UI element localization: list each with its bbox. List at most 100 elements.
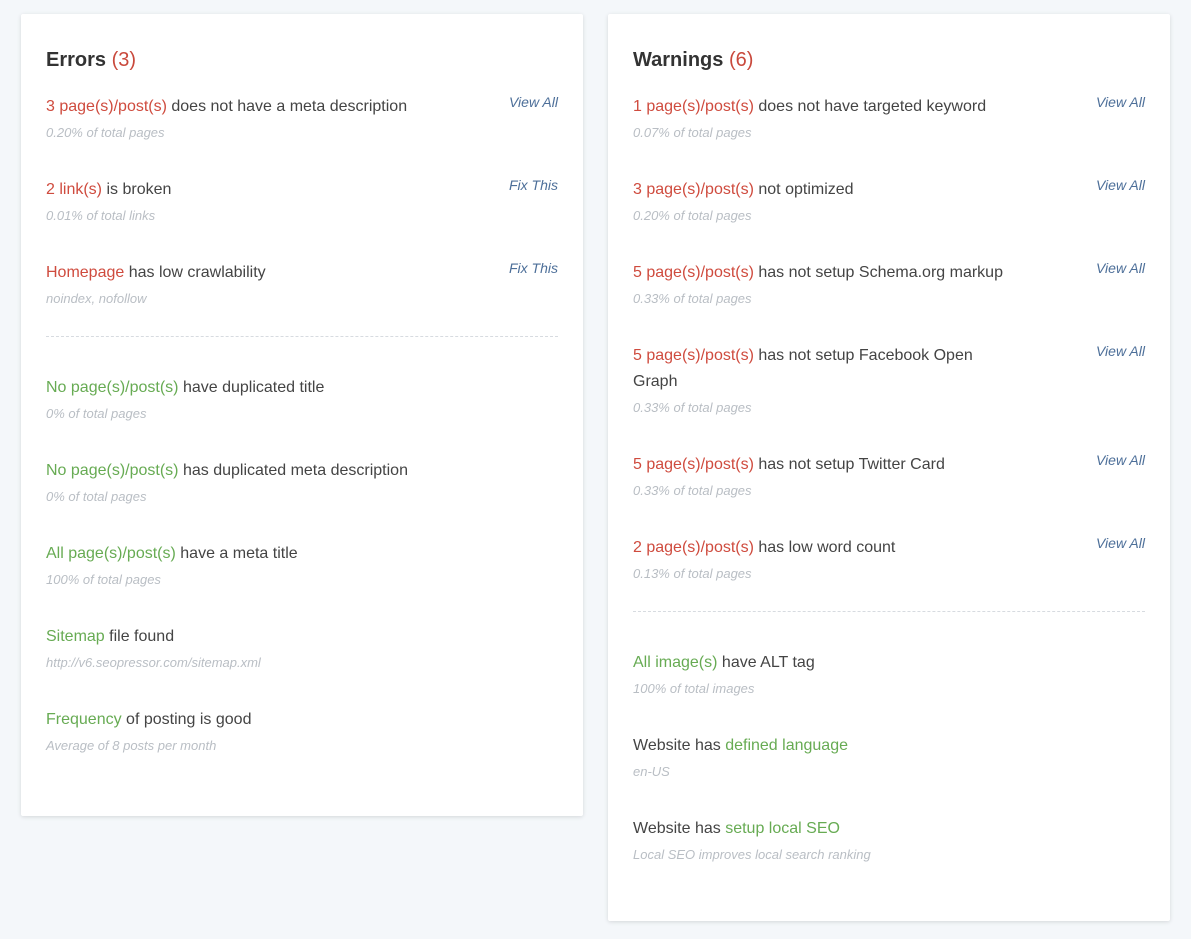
warning-item-targeted-keyword: 1 page(s)/post(s) does not have targeted… bbox=[633, 94, 1145, 142]
passed-item-text: have ALT tag bbox=[717, 654, 815, 671]
view-all-link[interactable]: View All bbox=[1096, 342, 1145, 360]
passed-item-message: All image(s) have ALT tag bbox=[633, 650, 1003, 676]
passed-item-subtext: Average of 8 posts per month bbox=[46, 738, 217, 753]
warnings-title: Warnings (6) bbox=[633, 50, 1145, 70]
warning-item-message: 5 page(s)/post(s) has not setup Schema.o… bbox=[633, 260, 1003, 286]
passed-item-subtext: 100% of total images bbox=[633, 681, 755, 696]
passed-item-message: Sitemap file found bbox=[46, 624, 416, 650]
warning-item-text: has not setup Schema.org markup bbox=[753, 264, 1003, 281]
passed-item-subtext: http://v6.seopressor.com/sitemap.xml bbox=[46, 655, 261, 670]
passed-item-subtext: en-US bbox=[633, 764, 670, 779]
error-item-subtext: 0.01% of total links bbox=[46, 208, 156, 223]
passed-item-highlight: All page(s)/post(s) bbox=[46, 545, 176, 562]
passed-item-duplicated-meta-description: No page(s)/post(s) has duplicated meta d… bbox=[46, 458, 558, 506]
fix-this-link[interactable]: Fix This bbox=[509, 259, 558, 277]
passed-item-message: No page(s)/post(s) has duplicated meta d… bbox=[46, 458, 416, 484]
view-all-link[interactable]: View All bbox=[509, 93, 558, 111]
passed-item-image-alt: All image(s) have ALT tag 100% of total … bbox=[633, 650, 1145, 698]
passed-item-posting-frequency: Frequency of posting is good Average of … bbox=[46, 707, 558, 755]
passed-item-subtext: 0% of total pages bbox=[46, 406, 147, 421]
passed-item-message: All page(s)/post(s) have a meta title bbox=[46, 541, 416, 567]
warning-item-subtext: 0.13% of total pages bbox=[633, 566, 752, 581]
passed-item-text: has duplicated meta description bbox=[178, 462, 408, 479]
warning-item-highlight: 5 page(s)/post(s) bbox=[633, 347, 754, 364]
passed-item-text: file found bbox=[104, 628, 175, 645]
error-item-subtext: noindex, nofollow bbox=[46, 291, 147, 306]
errors-count: (3) bbox=[111, 49, 137, 71]
errors-panel: Errors (3) 3 page(s)/post(s) does not ha… bbox=[21, 14, 583, 816]
passed-item-subtext: Local SEO improves local search ranking bbox=[633, 847, 871, 862]
passed-item-local-seo: Website has setup local SEO Local SEO im… bbox=[633, 816, 1145, 864]
warning-item-subtext: 0.20% of total pages bbox=[633, 208, 752, 223]
passed-item-meta-title: All page(s)/post(s) have a meta title 10… bbox=[46, 541, 558, 589]
passed-item-highlight: Sitemap bbox=[46, 628, 105, 645]
view-all-link[interactable]: View All bbox=[1096, 93, 1145, 111]
warning-item-message: 3 page(s)/post(s) not optimized bbox=[633, 177, 1003, 203]
view-all-link[interactable]: View All bbox=[1096, 176, 1145, 194]
passed-item-message: No page(s)/post(s) have duplicated title bbox=[46, 375, 416, 401]
errors-title: Errors (3) bbox=[46, 50, 558, 70]
warnings-title-text: Warnings bbox=[633, 49, 724, 71]
warning-item-message: 5 page(s)/post(s) has not setup Facebook… bbox=[633, 343, 1003, 395]
warning-item-highlight: 1 page(s)/post(s) bbox=[633, 98, 754, 115]
warning-item-subtext: 0.33% of total pages bbox=[633, 291, 752, 306]
warning-item-twitter-card: 5 page(s)/post(s) has not setup Twitter … bbox=[633, 452, 1145, 500]
warning-item-highlight: 2 page(s)/post(s) bbox=[633, 539, 754, 556]
warning-item-open-graph: 5 page(s)/post(s) has not setup Facebook… bbox=[633, 343, 1145, 417]
warning-item-text: does not have targeted keyword bbox=[753, 98, 987, 115]
view-all-link[interactable]: View All bbox=[1096, 259, 1145, 277]
warning-item-message: 5 page(s)/post(s) has not setup Twitter … bbox=[633, 452, 1003, 478]
passed-item-message: Website has defined language bbox=[633, 733, 1003, 759]
passed-item-text: have a meta title bbox=[175, 545, 298, 562]
warning-item-message: 2 page(s)/post(s) has low word count bbox=[633, 535, 1003, 561]
error-item-missing-meta-description: 3 page(s)/post(s) does not have a meta d… bbox=[46, 94, 558, 142]
passed-item-duplicated-title: No page(s)/post(s) have duplicated title… bbox=[46, 375, 558, 423]
section-divider bbox=[633, 611, 1145, 612]
error-item-text: has low crawlability bbox=[124, 264, 266, 281]
warning-item-text: has low word count bbox=[753, 539, 896, 556]
error-item-subtext: 0.20% of total pages bbox=[46, 125, 165, 140]
passed-item-message: Frequency of posting is good bbox=[46, 707, 416, 733]
warnings-panel: Warnings (6) 1 page(s)/post(s) does not … bbox=[608, 14, 1170, 921]
warning-item-subtext: 0.33% of total pages bbox=[633, 400, 752, 415]
passed-item-message: Website has setup local SEO bbox=[633, 816, 1003, 842]
warning-item-schema-markup: 5 page(s)/post(s) has not setup Schema.o… bbox=[633, 260, 1145, 308]
passed-item-defined-language: Website has defined language en-US bbox=[633, 733, 1145, 781]
error-item-highlight: 3 page(s)/post(s) bbox=[46, 98, 167, 115]
warning-item-text: not optimized bbox=[753, 181, 854, 198]
section-divider bbox=[46, 336, 558, 337]
warning-item-subtext: 0.07% of total pages bbox=[633, 125, 752, 140]
error-item-message: 3 page(s)/post(s) does not have a meta d… bbox=[46, 94, 416, 120]
error-item-text: does not have a meta description bbox=[166, 98, 408, 115]
error-item-message: 2 link(s) is broken bbox=[46, 177, 416, 203]
warning-item-message: 1 page(s)/post(s) does not have targeted… bbox=[633, 94, 1003, 120]
warning-item-subtext: 0.33% of total pages bbox=[633, 483, 752, 498]
view-all-link[interactable]: View All bbox=[1096, 451, 1145, 469]
error-item-highlight: 2 link(s) bbox=[46, 181, 103, 198]
fix-this-link[interactable]: Fix This bbox=[509, 176, 558, 194]
warning-item-highlight: 3 page(s)/post(s) bbox=[633, 181, 754, 198]
error-item-text: is broken bbox=[102, 181, 172, 198]
passed-item-prefix: Website has bbox=[633, 820, 726, 837]
passed-item-subtext: 100% of total pages bbox=[46, 572, 161, 587]
passed-item-text: of posting is good bbox=[121, 711, 252, 728]
passed-item-highlight: Frequency bbox=[46, 711, 122, 728]
passed-item-highlight: All image(s) bbox=[633, 654, 718, 671]
passed-item-highlight: No page(s)/post(s) bbox=[46, 379, 179, 396]
passed-item-text: have duplicated title bbox=[178, 379, 325, 396]
warning-item-highlight: 5 page(s)/post(s) bbox=[633, 264, 754, 281]
error-item-broken-links: 2 link(s) is broken 0.01% of total links… bbox=[46, 177, 558, 225]
error-item-low-crawlability: Homepage has low crawlability noindex, n… bbox=[46, 260, 558, 308]
passed-item-prefix: Website has bbox=[633, 737, 726, 754]
warning-item-low-word-count: 2 page(s)/post(s) has low word count 0.1… bbox=[633, 535, 1145, 583]
passed-item-highlight: No page(s)/post(s) bbox=[46, 462, 179, 479]
warning-item-highlight: 5 page(s)/post(s) bbox=[633, 456, 754, 473]
warnings-count: (6) bbox=[728, 49, 754, 71]
warning-item-not-optimized: 3 page(s)/post(s) not optimized 0.20% of… bbox=[633, 177, 1145, 225]
view-all-link[interactable]: View All bbox=[1096, 534, 1145, 552]
passed-item-subtext: 0% of total pages bbox=[46, 489, 147, 504]
errors-title-text: Errors bbox=[46, 49, 107, 71]
error-item-highlight: Homepage bbox=[46, 264, 125, 281]
error-item-message: Homepage has low crawlability bbox=[46, 260, 416, 286]
passed-item-sitemap: Sitemap file found http://v6.seopressor.… bbox=[46, 624, 558, 672]
